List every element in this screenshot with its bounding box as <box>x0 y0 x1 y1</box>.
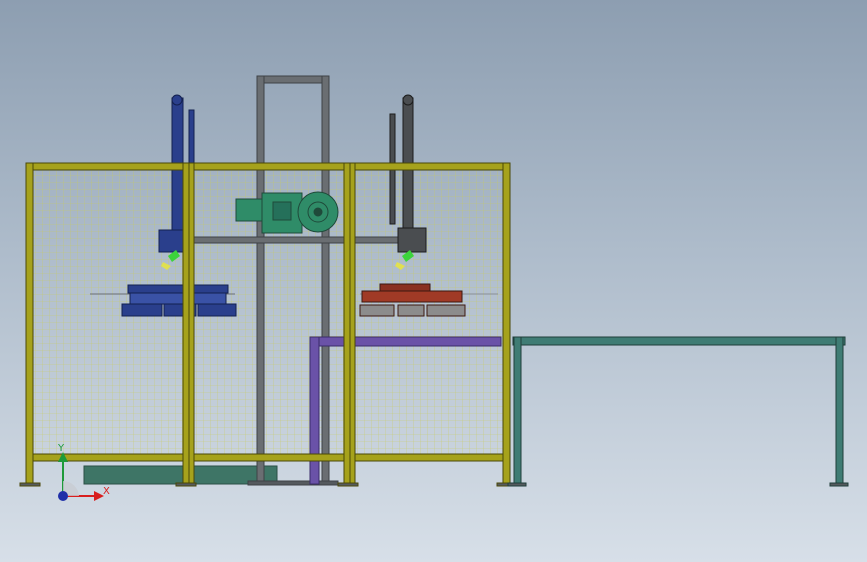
x-axis-label: X <box>103 486 110 497</box>
assembly-drawing[interactable] <box>0 0 867 562</box>
cad-viewport[interactable]: Y X <box>0 0 867 562</box>
y-axis-label: Y <box>58 443 65 454</box>
conveyor-frame <box>507 336 849 487</box>
